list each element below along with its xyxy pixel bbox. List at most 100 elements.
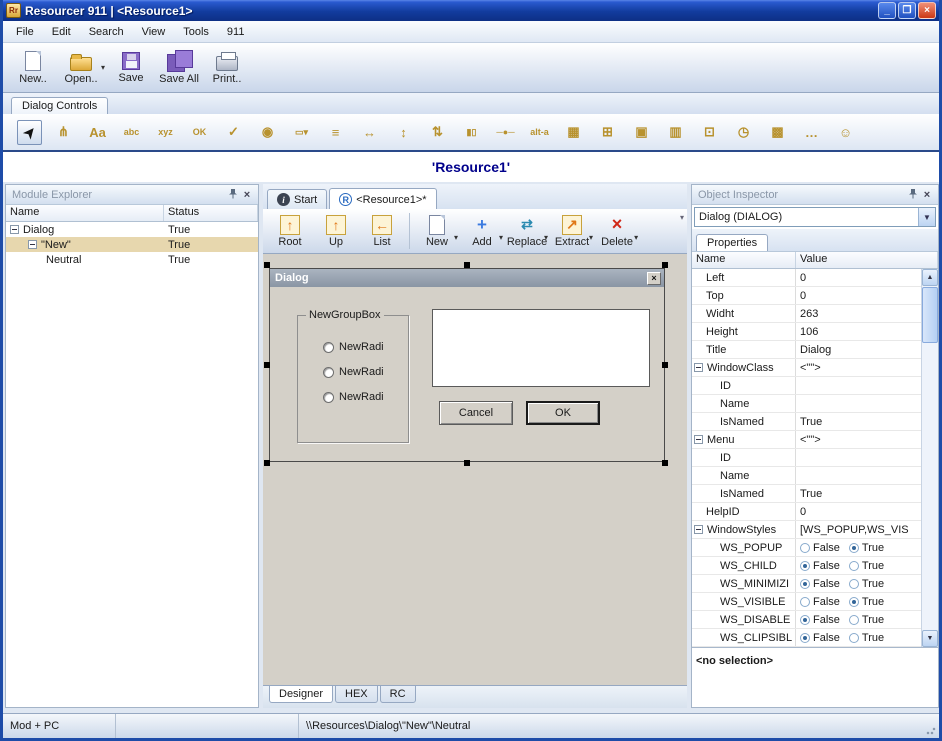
animation-tool[interactable]: ▥ (663, 120, 688, 145)
designed-radio-button[interactable]: NewRadi (323, 341, 384, 353)
designed-dialog-close-icon[interactable]: × (647, 272, 661, 285)
maximize-button[interactable]: ❒ (898, 2, 916, 19)
user-control-tool[interactable]: ☺ (833, 120, 858, 145)
scroll-down-icon[interactable]: ▼ (922, 630, 938, 647)
inspector-row[interactable]: WindowClass<""> (692, 359, 921, 377)
menu-item-tools[interactable]: Tools (174, 21, 218, 43)
category-expand-icon[interactable] (694, 525, 703, 534)
inspector-row[interactable]: WindowStyles[WS_POPUP,WS_VIS (692, 521, 921, 539)
property-value[interactable]: 0 (796, 506, 921, 518)
pointer-tool[interactable]: ➤ (17, 120, 42, 145)
selection-handle[interactable] (264, 362, 270, 368)
inspector-row[interactable]: WS_DISABLEFalseTrue (692, 611, 921, 629)
menu-item-file[interactable]: File (7, 21, 43, 43)
column-header-status[interactable]: Status (164, 205, 258, 221)
property-value[interactable]: True (796, 488, 921, 500)
close-panel-icon[interactable]: × (920, 189, 934, 201)
inspector-row[interactable]: HelpID0 (692, 503, 921, 521)
designed-radio-button[interactable]: NewRadi (323, 366, 384, 378)
tab-designer[interactable]: Designer (269, 686, 333, 703)
inspector-row[interactable]: TitleDialog (692, 341, 921, 359)
toolbar-button-replace[interactable]: ⇄Replace (504, 215, 550, 248)
scrollbar-thumb[interactable] (922, 287, 938, 343)
radio-icon[interactable] (800, 633, 810, 643)
list-view-tool[interactable]: ▦ (561, 120, 586, 145)
tab-order-tool[interactable]: ⋔ (51, 120, 76, 145)
radio-icon[interactable] (849, 561, 859, 571)
inspector-row[interactable]: Name (692, 395, 921, 413)
slider-tool[interactable]: ─●─ (493, 120, 518, 145)
progress-bar-tool[interactable]: ▮▯ (459, 120, 484, 145)
tab-properties[interactable]: Properties (696, 234, 768, 251)
inspector-row[interactable]: Widht263 (692, 305, 921, 323)
inspector-row[interactable]: IsNamedTrue (692, 413, 921, 431)
toolbar-button-add[interactable]: +Add (459, 215, 505, 248)
combo-box-tool[interactable]: ▭▾ (289, 120, 314, 145)
close-button[interactable]: × (918, 2, 936, 19)
radio-icon[interactable] (849, 579, 859, 589)
category-expand-icon[interactable] (694, 363, 703, 372)
tab-hex[interactable]: HEX (335, 686, 378, 703)
menu-item-911[interactable]: 911 (218, 21, 254, 43)
radio-option-false[interactable]: False (800, 632, 840, 644)
tab-rc[interactable]: RC (380, 686, 416, 703)
toolbar-button-extract[interactable]: ↗Extract (549, 215, 595, 248)
selection-handle[interactable] (662, 362, 668, 368)
toolbar-button-list[interactable]: ←List (359, 215, 405, 248)
dropdown-arrow-icon[interactable]: ▾ (101, 63, 105, 72)
radio-icon[interactable] (800, 615, 810, 625)
radio-icon[interactable] (849, 615, 859, 625)
inspector-row[interactable]: Top0 (692, 287, 921, 305)
designed-cancel-button[interactable]: Cancel (439, 401, 513, 425)
property-value[interactable]: True (796, 416, 921, 428)
object-selector-dropdown[interactable]: Dialog (DIALOG) ▼ (694, 207, 936, 227)
radio-button-tool[interactable]: ◉ (255, 120, 280, 145)
tree-row[interactable]: NeutralTrue (6, 252, 258, 267)
designed-radio-button[interactable]: NewRadi (323, 391, 384, 403)
minimize-button[interactable]: _ (878, 2, 896, 19)
column-header-name[interactable]: Name (6, 205, 164, 221)
property-value[interactable]: 263 (796, 308, 921, 320)
radio-icon[interactable] (800, 561, 810, 571)
radio-option-false[interactable]: False (800, 542, 840, 554)
property-value[interactable]: FalseTrue (796, 632, 921, 644)
selection-handle[interactable] (464, 262, 470, 268)
chevron-down-icon[interactable]: ▼ (918, 208, 935, 226)
property-value[interactable]: <""> (796, 434, 921, 446)
designed-dialog-body[interactable]: NewGroupBox NewRadiNewRadiNewRadi Cancel… (270, 287, 664, 461)
pin-icon[interactable] (906, 188, 920, 202)
inspector-row[interactable]: WS_CHILDFalseTrue (692, 557, 921, 575)
tab-control-tool[interactable]: ▣ (629, 120, 654, 145)
vertical-scrollbar-tool[interactable]: ↕ (391, 120, 416, 145)
radio-option-true[interactable]: True (849, 596, 884, 608)
property-value[interactable]: <""> (796, 362, 921, 374)
edit-box-tool[interactable]: abc (119, 120, 144, 145)
hotkey-tool[interactable]: alt-a (527, 120, 552, 145)
radio-icon[interactable] (849, 543, 859, 553)
scroll-up-icon[interactable]: ▲ (922, 269, 938, 286)
inspector-row[interactable]: WS_POPUPFalseTrue (692, 539, 921, 557)
tab-dialog-controls[interactable]: Dialog Controls (11, 97, 108, 114)
pin-icon[interactable] (226, 188, 240, 202)
inspector-row[interactable]: ID (692, 377, 921, 395)
spin-control-tool[interactable]: ⇅ (425, 120, 450, 145)
radio-icon[interactable] (849, 633, 859, 643)
inspector-row[interactable]: ID (692, 449, 921, 467)
property-value[interactable]: FalseTrue (796, 560, 921, 572)
menu-item-search[interactable]: Search (80, 21, 133, 43)
toolbar-button-new[interactable]: New.. (9, 43, 57, 92)
designed-dialog[interactable]: Dialog × NewGroupBox NewRadiNewRadiNewRa… (269, 268, 665, 462)
menu-item-view[interactable]: View (133, 21, 175, 43)
radio-icon[interactable] (800, 543, 810, 553)
toolbar-button-new[interactable]: New (414, 215, 460, 248)
designed-dialog-titlebar[interactable]: Dialog × (270, 269, 664, 287)
designer-surface[interactable]: Dialog × NewGroupBox NewRadiNewRadiNewRa… (263, 254, 687, 686)
selection-handle[interactable] (662, 262, 668, 268)
selection-handle[interactable] (464, 460, 470, 466)
inspector-row[interactable]: Name (692, 467, 921, 485)
radio-option-true[interactable]: True (849, 560, 884, 572)
tree-expand-icon[interactable] (28, 240, 37, 249)
selection-handle[interactable] (264, 460, 270, 466)
designed-edit-box[interactable] (432, 309, 650, 387)
selection-handle[interactable] (264, 262, 270, 268)
